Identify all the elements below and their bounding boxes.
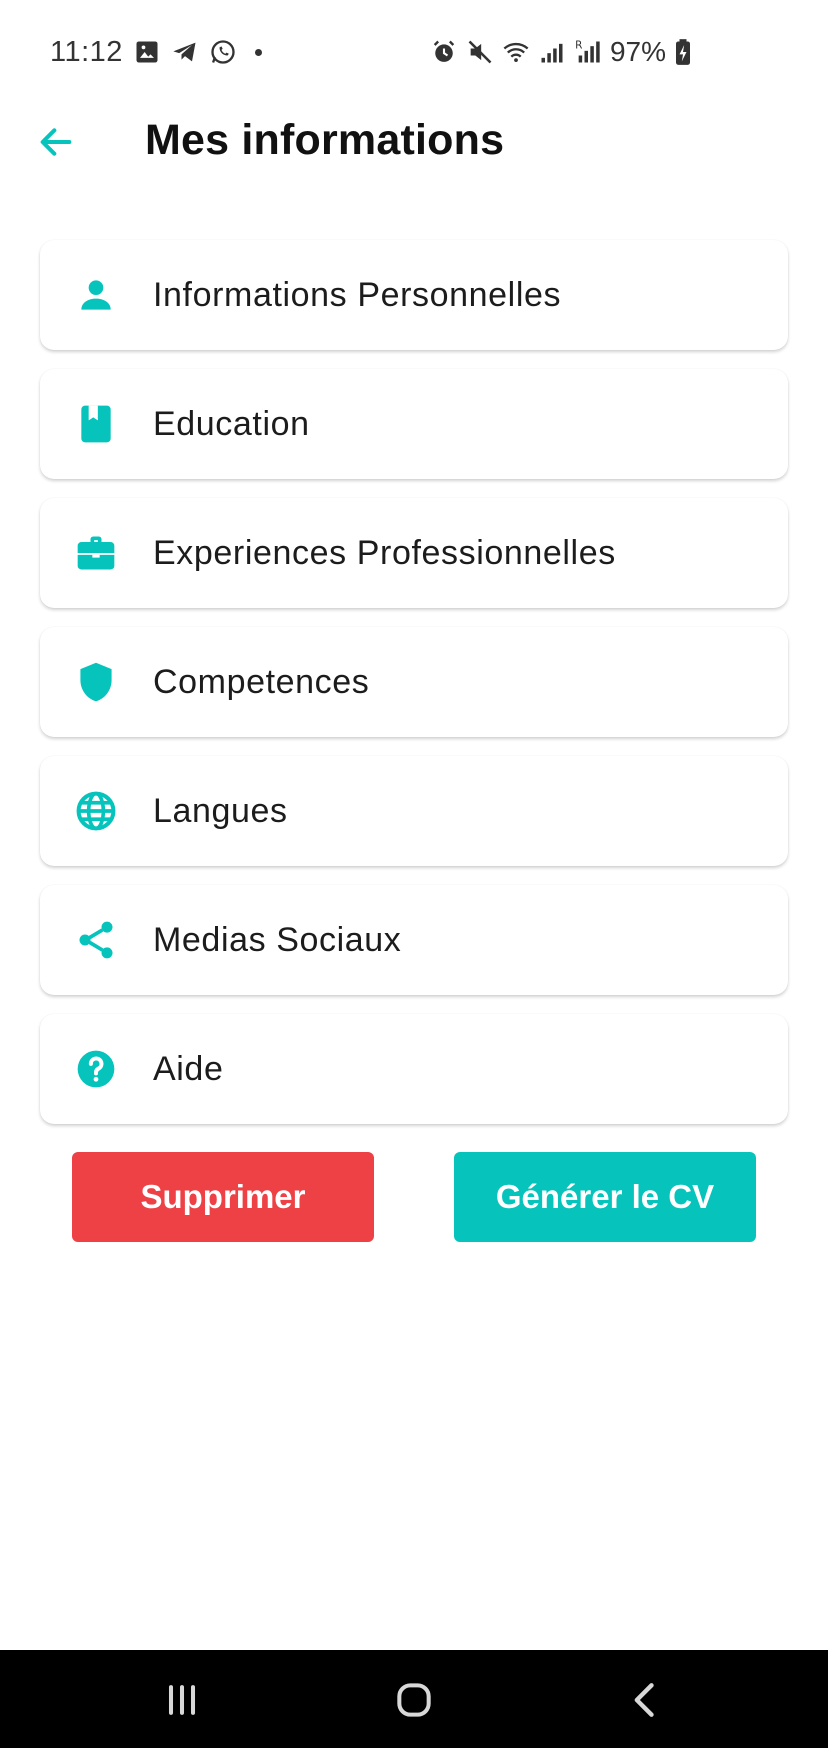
back-button[interactable] <box>32 118 80 166</box>
menu-item-professional-experience[interactable]: Experiences Professionnelles <box>40 498 788 608</box>
system-nav-bar <box>0 1650 828 1748</box>
share-icon <box>74 918 118 962</box>
help-icon <box>74 1047 118 1091</box>
menu-item-label: Medias Sociaux <box>153 920 402 959</box>
recent-apps-button[interactable] <box>152 1674 212 1726</box>
page-title: Mes informations <box>145 116 505 164</box>
menu-item-languages[interactable]: Langues <box>40 756 788 866</box>
menu-item-label: Competences <box>153 662 370 701</box>
menu-item-label: Aide <box>153 1049 224 1088</box>
notification-dot <box>254 48 262 56</box>
menu-item-personal-info[interactable]: Informations Personnelles <box>40 240 788 350</box>
nav-back-icon <box>624 1678 668 1722</box>
status-left: 11:12 <box>50 34 262 70</box>
shield-icon <box>74 660 118 704</box>
menu-item-label: Langues <box>153 791 288 830</box>
svg-text:R: R <box>575 40 582 52</box>
menu-item-label: Experiences Professionnelles <box>153 533 616 572</box>
briefcase-icon <box>74 531 118 575</box>
menu-item-skills[interactable]: Competences <box>40 627 788 737</box>
book-icon <box>74 402 118 446</box>
menu-list: Informations Personnelles Education Expe… <box>40 240 788 1143</box>
menu-item-education[interactable]: Education <box>40 369 788 479</box>
telegram-icon <box>171 38 199 66</box>
menu-item-label: Education <box>153 404 310 443</box>
globe-icon <box>74 789 118 833</box>
signal-icon <box>538 38 566 66</box>
generate-cv-button[interactable]: Générer le CV <box>454 1152 756 1242</box>
menu-item-social-media[interactable]: Medias Sociaux <box>40 885 788 995</box>
gallery-icon <box>133 38 161 66</box>
app-bar: Mes informations <box>0 104 828 180</box>
menu-item-help[interactable]: Aide <box>40 1014 788 1124</box>
wifi-icon <box>502 38 530 66</box>
home-button[interactable] <box>384 1674 444 1726</box>
action-buttons: Supprimer Générer le CV <box>72 1152 756 1242</box>
home-icon <box>392 1678 436 1722</box>
mute-icon <box>466 38 494 66</box>
alarm-icon <box>430 38 458 66</box>
menu-item-label: Informations Personnelles <box>153 275 562 314</box>
battery-percentage: 97% <box>609 36 666 67</box>
recent-apps-icon <box>160 1678 204 1722</box>
signal-roaming-icon: R <box>574 38 602 66</box>
nav-back-button[interactable] <box>616 1674 676 1726</box>
arrow-back-icon <box>36 122 76 162</box>
status-right: R 97% <box>430 34 692 70</box>
whatsapp-icon <box>209 38 237 66</box>
status-time: 11:12 <box>50 35 123 68</box>
person-icon <box>74 273 118 317</box>
delete-button[interactable]: Supprimer <box>72 1152 374 1242</box>
battery-charging-icon <box>674 38 692 66</box>
status-bar: 11:12 R 97% <box>0 0 828 104</box>
